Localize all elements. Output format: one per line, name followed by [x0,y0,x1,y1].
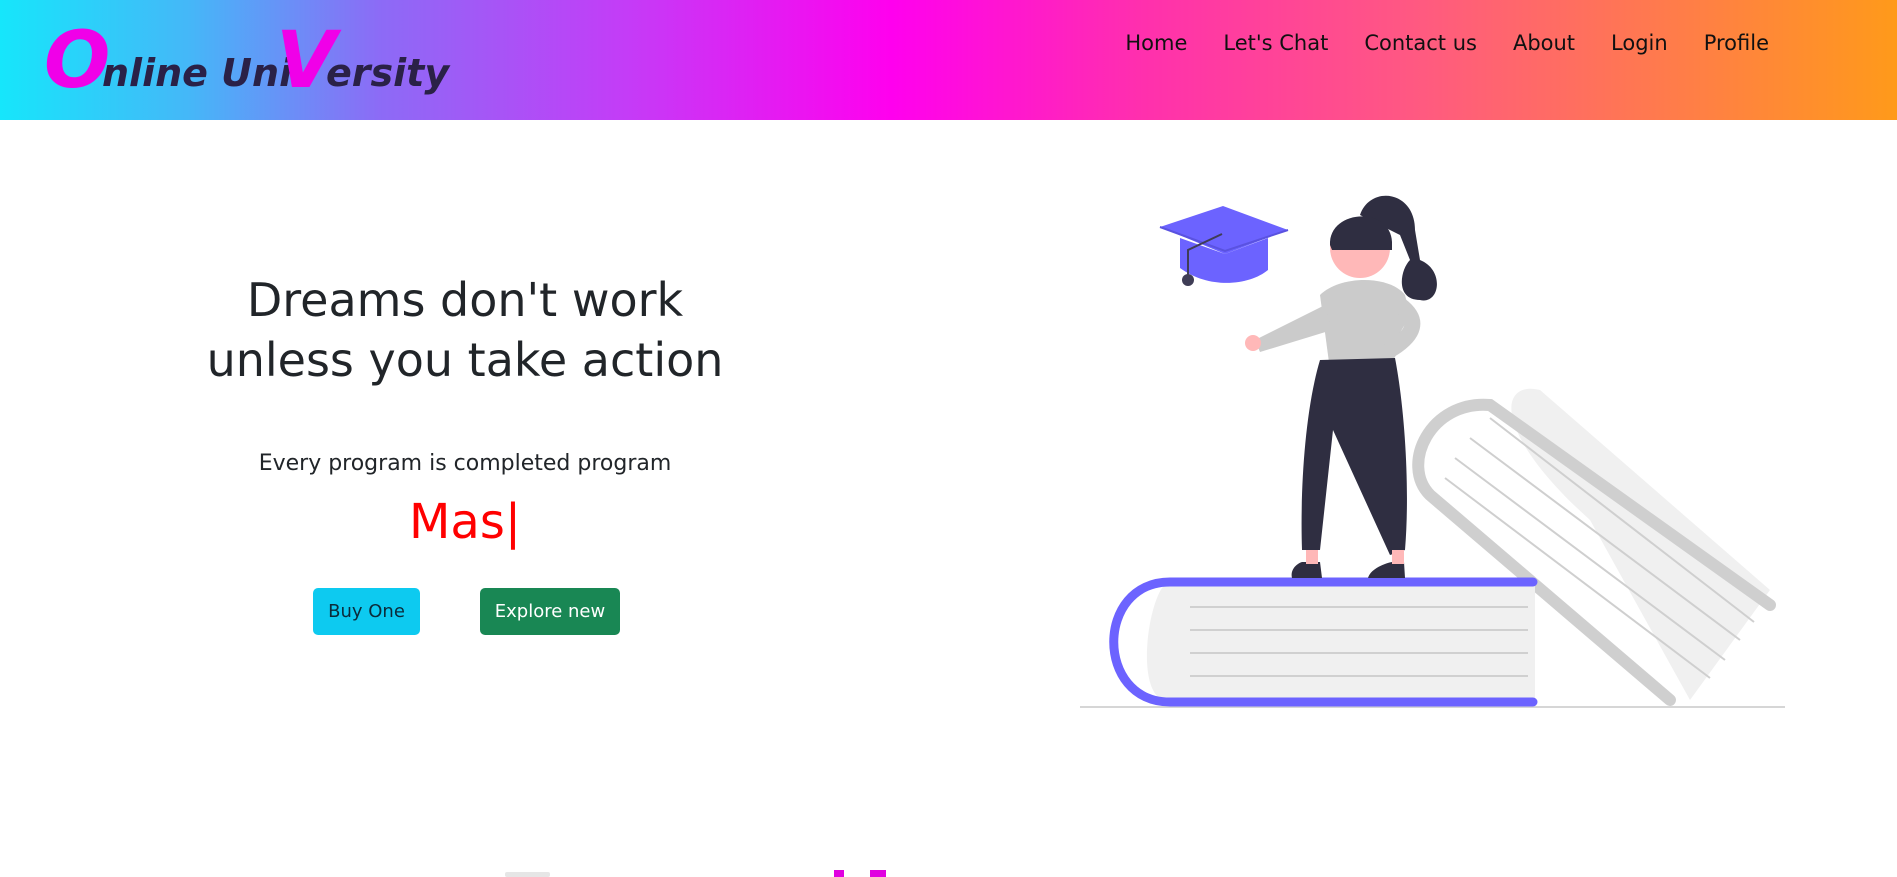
lying-book-icon [1109,577,1538,707]
nav-about[interactable]: About [1495,28,1593,58]
nav-links: Home Let's Chat Contact us About Login P… [1107,28,1787,58]
hero-title-line-2: unless you take action [206,333,724,387]
brand-logo[interactable]: O nline Uni V ersity [44,16,449,108]
buy-one-button[interactable]: Buy One [313,588,420,635]
graduate-woman-on-books-illustration [1080,195,1785,708]
nav-home[interactable]: Home [1107,28,1205,58]
brand-text-1: nline Uni [102,51,293,95]
navbar: O nline Uni V ersity Home Let's Chat Con… [0,0,1897,120]
nav-lets-chat[interactable]: Let's Chat [1205,28,1346,58]
nav-login[interactable]: Login [1593,28,1686,58]
woman-figure-icon [1245,195,1437,578]
typed-text: Mas| [408,494,521,550]
hero-title: Dreams don't work unless you take action [170,270,760,390]
nav-profile[interactable]: Profile [1686,28,1787,58]
next-section-peek [505,870,886,877]
brand-letter-o: O [44,16,111,106]
graduation-cap-icon [1159,206,1289,286]
brand-text-2: ersity [326,51,450,95]
hero-subtitle: Every program is completed program [258,451,672,476]
nav-contact-us[interactable]: Contact us [1346,28,1495,58]
hero-title-line-1: Dreams don't work [246,273,684,327]
explore-new-button[interactable]: Explore new [480,588,620,635]
